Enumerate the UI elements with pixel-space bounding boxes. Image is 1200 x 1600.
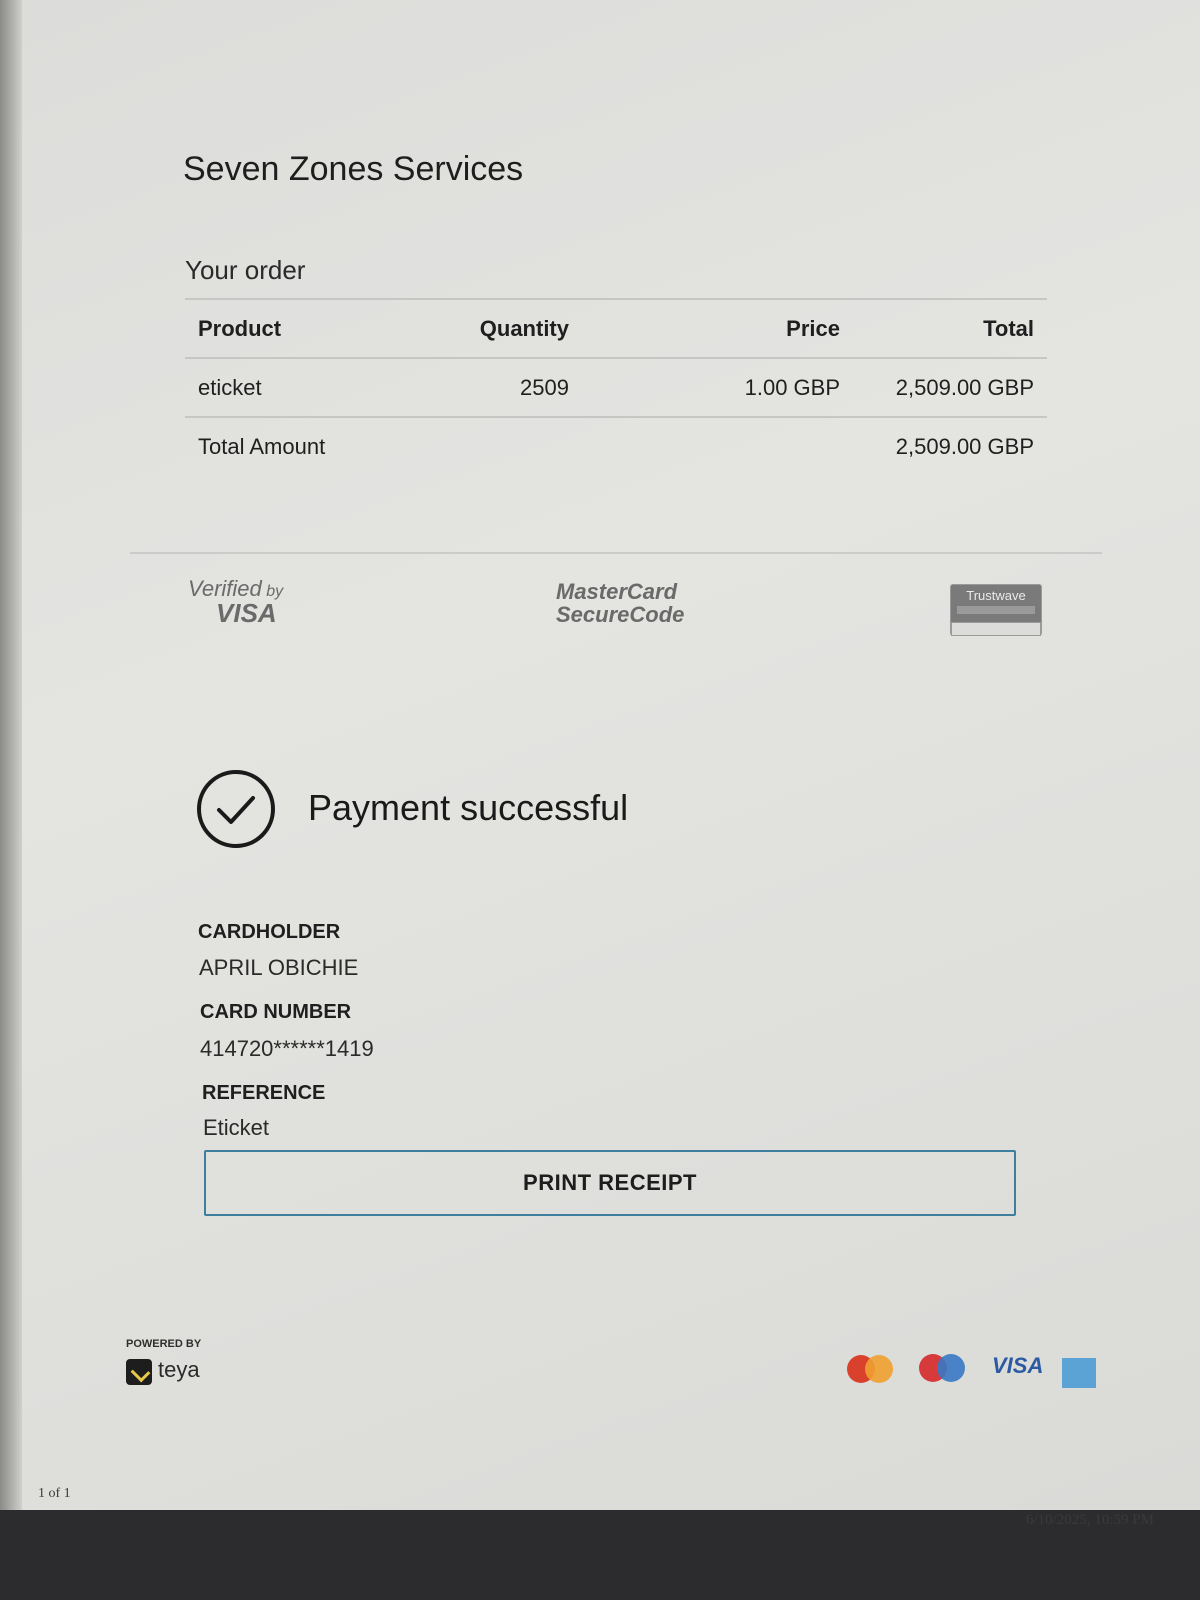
trustwave-subline <box>957 606 1035 614</box>
total-amount-value: 2,509.00 GBP <box>853 416 1047 475</box>
teya-icon <box>126 1359 152 1385</box>
maestro-icon <box>919 1354 965 1382</box>
order-title: Your order <box>185 255 306 285</box>
header-price: Price <box>582 298 853 358</box>
verified-by-visa-logo: Verified by VISA <box>188 578 298 628</box>
header-quantity: Quantity <box>446 298 582 358</box>
reference-value: Eticket <box>203 1115 270 1140</box>
section-divider <box>130 552 1102 554</box>
cardholder-label: CARDHOLDER <box>198 921 341 943</box>
trustwave-name: Trustwave <box>966 588 1026 603</box>
print-timestamp: 6/10/2025, 10:59 PM <box>1026 1512 1154 1528</box>
item-quantity: 2509 <box>446 357 582 417</box>
check-circle-icon <box>197 770 275 848</box>
header-total: Total <box>853 298 1047 358</box>
powered-by-label: POWERED BY <box>126 1338 202 1350</box>
mastercard-securecode-line2: SecureCode <box>556 602 685 628</box>
card-number-label: CARD NUMBER <box>200 1001 352 1023</box>
reference-label: REFERENCE <box>202 1082 326 1104</box>
page-count: 1 of 1 <box>38 1486 71 1501</box>
verified-by-visa-line2: VISA <box>216 598 277 628</box>
trustwave-validate <box>951 622 1041 636</box>
mastercard-securecode-logo: MasterCard SecureCode <box>556 580 684 626</box>
visa-logo: VISA <box>992 1353 1044 1378</box>
mastercard-securecode-line1: MasterCard <box>556 579 678 604</box>
item-product: eticket <box>185 357 446 417</box>
mastercard-icon <box>847 1355 893 1383</box>
item-total: 2,509.00 GBP <box>853 357 1047 417</box>
page-edge <box>0 0 22 1510</box>
amex-icon <box>1062 1358 1096 1388</box>
trustwave-seal[interactable]: Trustwave <box>950 584 1042 636</box>
item-price: 1.00 GBP <box>582 357 853 417</box>
teya-wordmark: teya <box>158 1357 200 1382</box>
card-number-value: 414720******1419 <box>200 1036 374 1061</box>
receipt-page: Seven Zones Services Your order Product … <box>0 0 1200 1510</box>
cardholder-value: APRIL OBICHIE <box>199 955 359 980</box>
table-row: eticket 2509 1.00 GBP 2,509.00 GBP <box>185 357 1047 417</box>
total-amount-label: Total Amount <box>185 416 446 475</box>
total-row: Total Amount 2,509.00 GBP <box>185 416 1047 475</box>
order-header-row: Product Quantity Price Total <box>185 298 1047 358</box>
header-product: Product <box>185 298 446 358</box>
merchant-name: Seven Zones Services <box>183 150 524 188</box>
payment-status: Payment successful <box>308 787 629 828</box>
print-receipt-button[interactable]: PRINT RECEIPT <box>204 1150 1016 1216</box>
order-table: Product Quantity Price Total eticket 250… <box>185 298 1047 475</box>
